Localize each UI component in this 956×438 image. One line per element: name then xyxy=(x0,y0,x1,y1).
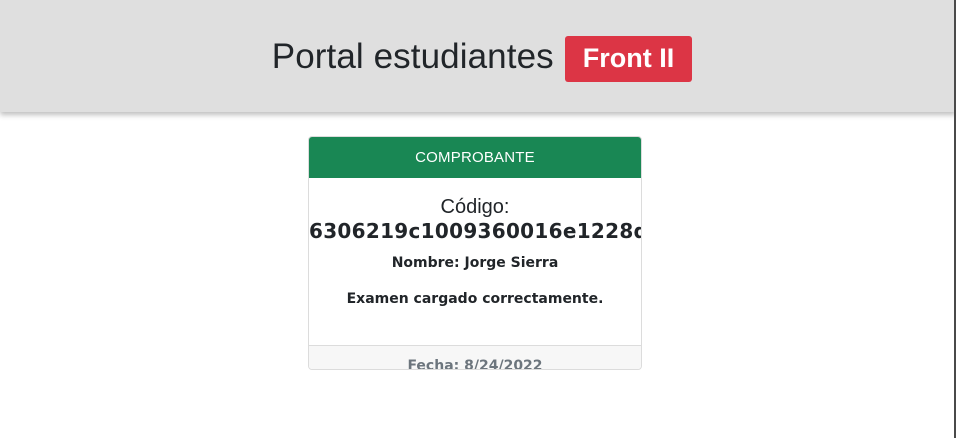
code-label: Código: xyxy=(440,196,510,218)
page-title: Portal estudiantes xyxy=(271,36,554,76)
name-label: Nombre: xyxy=(391,255,460,271)
success-message: Examen cargado correctamente. xyxy=(346,291,604,307)
date-value: 8/24/2022 xyxy=(464,358,543,370)
page: Portal estudiantes Front II COMPROBANTE … xyxy=(0,0,956,438)
name-value: Jorge Sierra xyxy=(464,255,559,271)
receipt-card-body: Código: 6306219c1009360016e1228d Nombre:… xyxy=(309,195,641,346)
header-title-group: Portal estudiantes Front II xyxy=(271,32,693,82)
receipt-card-footer: Fecha: 8/24/2022 xyxy=(309,346,641,370)
course-badge: Front II xyxy=(564,35,693,82)
code-value: 6306219c1009360016e1228d xyxy=(309,219,642,243)
page-header: Portal estudiantes Front II xyxy=(0,0,956,112)
name-line: Nombre: Jorge Sierra xyxy=(309,255,641,271)
receipt-card: COMPROBANTE Código: 6306219c1009360016e1… xyxy=(308,136,642,370)
date-label: Fecha: xyxy=(407,358,460,370)
receipt-card-header: COMPROBANTE xyxy=(309,137,641,178)
